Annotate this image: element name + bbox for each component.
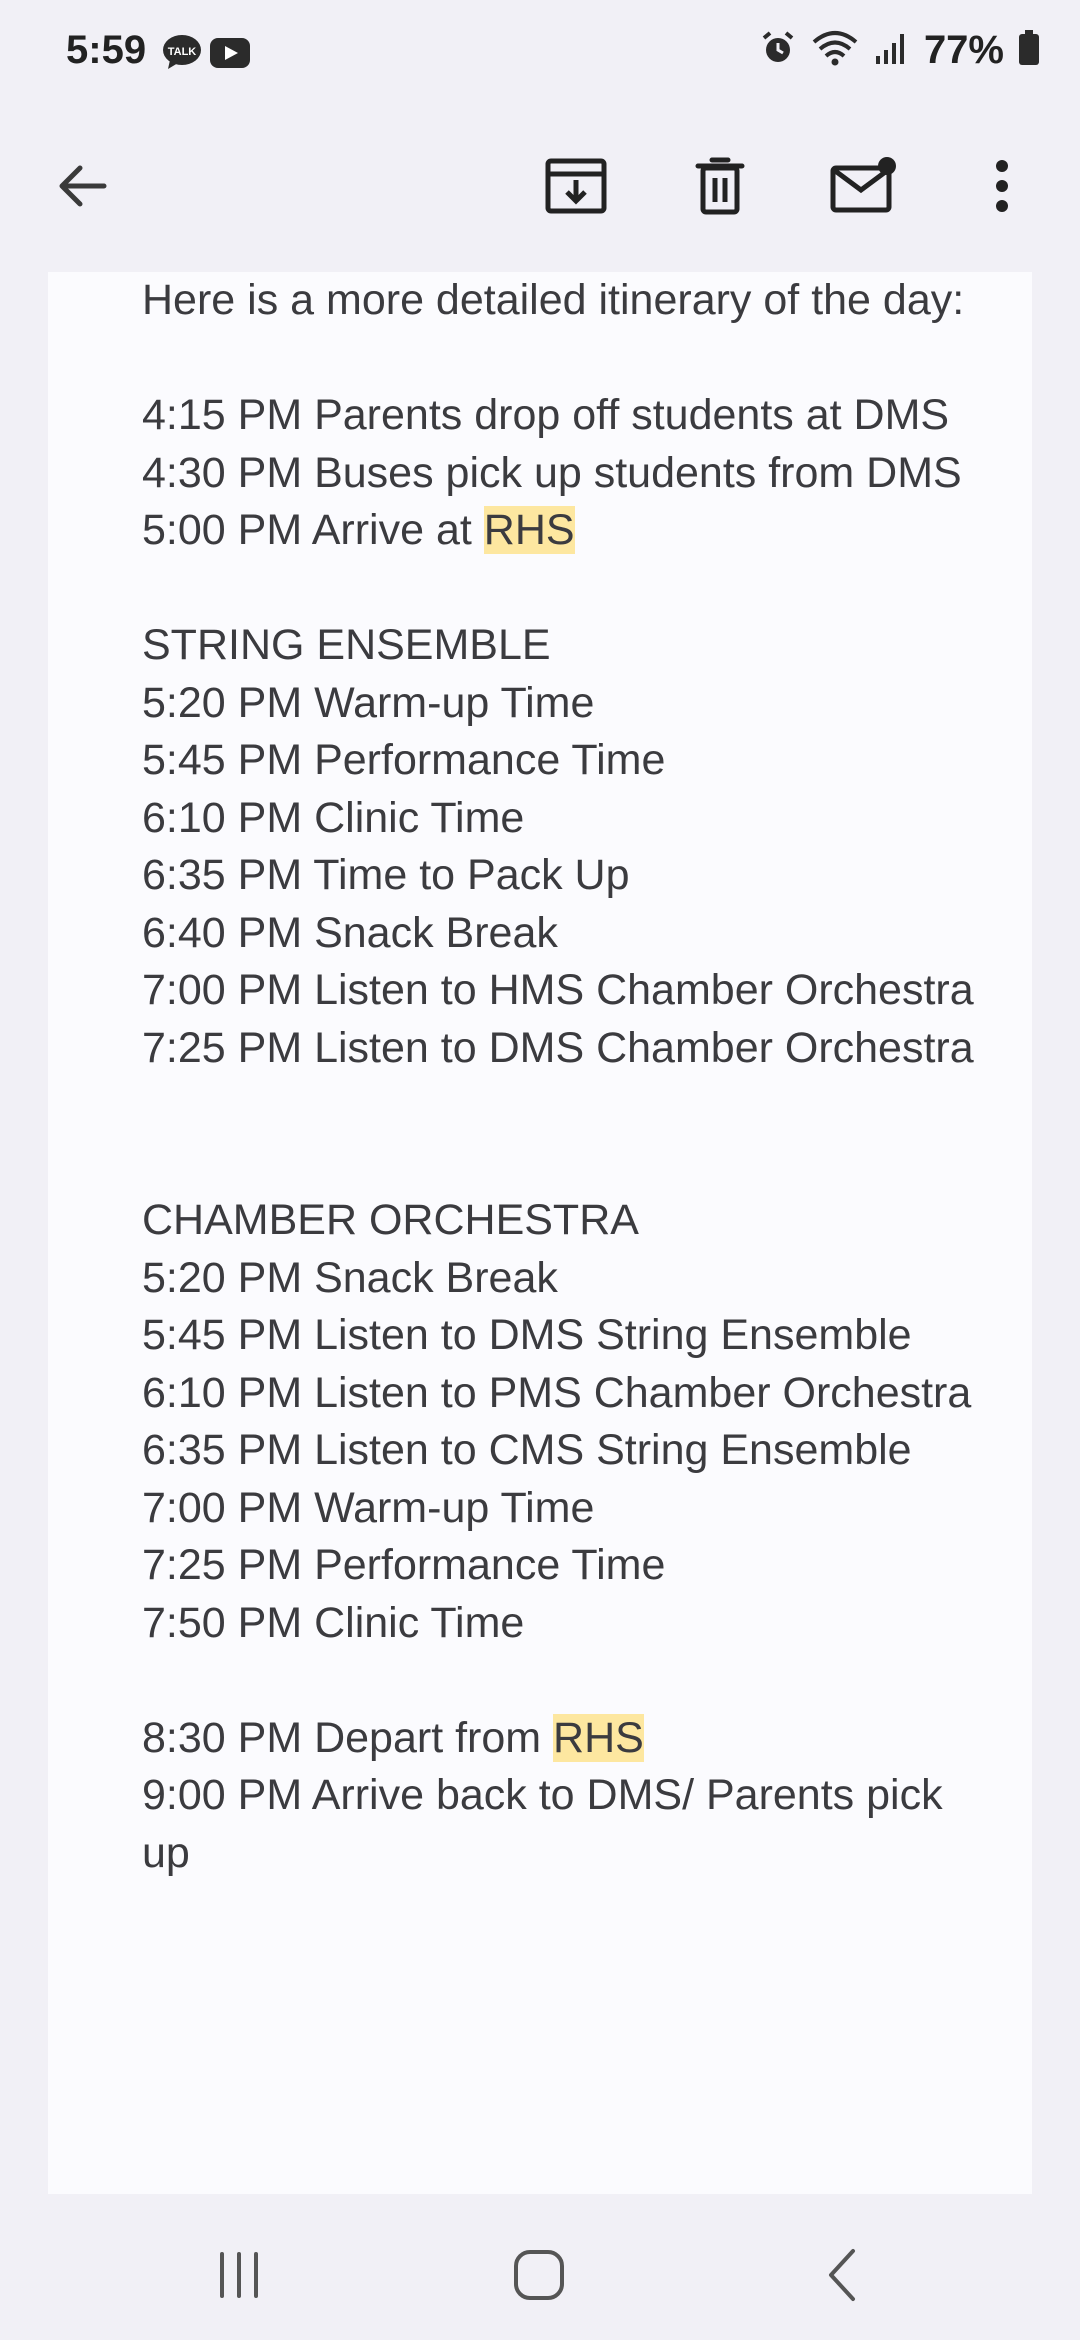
back-icon[interactable] [798, 2230, 888, 2320]
status-bar: 5:59 TALK 77% [0, 0, 1080, 100]
itinerary-line: 6:10 PM Listen to PMS Chamber Orchestra [142, 1368, 972, 1417]
youtube-icon [210, 38, 250, 73]
battery-percentage: 77% [923, 28, 1004, 72]
talk-icon: TALK [162, 34, 202, 75]
itinerary-line: 7:00 PM Warm-up Time [142, 1483, 595, 1532]
archive-icon[interactable] [536, 146, 616, 226]
status-right-icons: 77% [760, 28, 1040, 73]
mark-unread-icon[interactable] [824, 146, 904, 226]
itinerary-line: 7:50 PM Clinic Time [142, 1598, 525, 1647]
itinerary-line: 7:00 PM Listen to HMS Chamber Orchestra [142, 966, 974, 1014]
itinerary-line: 5:20 PM Snack Break [142, 1253, 558, 1302]
status-time: 5:59 [66, 28, 147, 72]
section-heading-string-ensemble: STRING ENSEMBLE [142, 621, 551, 669]
itinerary-line: 4:30 PM Buses pick up students from DMS [142, 448, 962, 497]
back-arrow-icon[interactable] [42, 146, 122, 226]
email-body: Here is a more detailed itinerary of the… [48, 272, 1032, 2194]
signal-icon [874, 30, 910, 71]
itinerary-line: 8:30 PM Depart from [142, 1713, 554, 1762]
itinerary-line: 6:35 PM Listen to CMS String Ensemble [142, 1426, 912, 1474]
itinerary-line: 9:00 PM Arrive back to DMS/ Parents pick… [142, 1771, 955, 1877]
itinerary-line: 5:45 PM Performance Time [142, 736, 666, 784]
section-heading-chamber-orchestra: CHAMBER ORCHESTRA [142, 1196, 639, 1244]
intro-text: Here is a more detailed itinerary of the… [142, 276, 965, 324]
wifi-icon [810, 30, 860, 71]
svg-text:TALK: TALK [168, 46, 197, 58]
recent-apps-icon[interactable] [194, 2230, 284, 2320]
alarm-icon [760, 30, 796, 71]
more-vert-icon[interactable] [962, 146, 1042, 226]
highlighted-term: RHS [483, 506, 575, 554]
email-toolbar [0, 100, 1080, 272]
system-nav-bar [0, 2194, 1080, 2340]
battery-icon [1018, 30, 1040, 71]
itinerary-line: 7:25 PM Performance Time [142, 1541, 666, 1589]
itinerary-line: 5:00 PM Arrive at [142, 506, 484, 554]
itinerary-line: 4:15 PM Parents drop off students at DMS [142, 391, 950, 439]
itinerary-line: 5:20 PM Warm-up Time [142, 678, 595, 727]
highlighted-term: RHS [553, 1713, 644, 1762]
itinerary-line: 7:25 PM Listen to DMS Chamber Orchestra [142, 1023, 974, 1072]
itinerary-line: 5:45 PM Listen to DMS String Ensemble [142, 1311, 912, 1359]
itinerary-line: 6:10 PM Clinic Time [142, 793, 525, 842]
itinerary-text: Here is a more detailed itinerary of the… [142, 272, 982, 1882]
itinerary-line: 6:35 PM Time to Pack Up [142, 851, 630, 899]
delete-icon[interactable] [680, 146, 760, 226]
itinerary-line: 6:40 PM Snack Break [142, 908, 558, 957]
home-icon[interactable] [494, 2230, 584, 2320]
